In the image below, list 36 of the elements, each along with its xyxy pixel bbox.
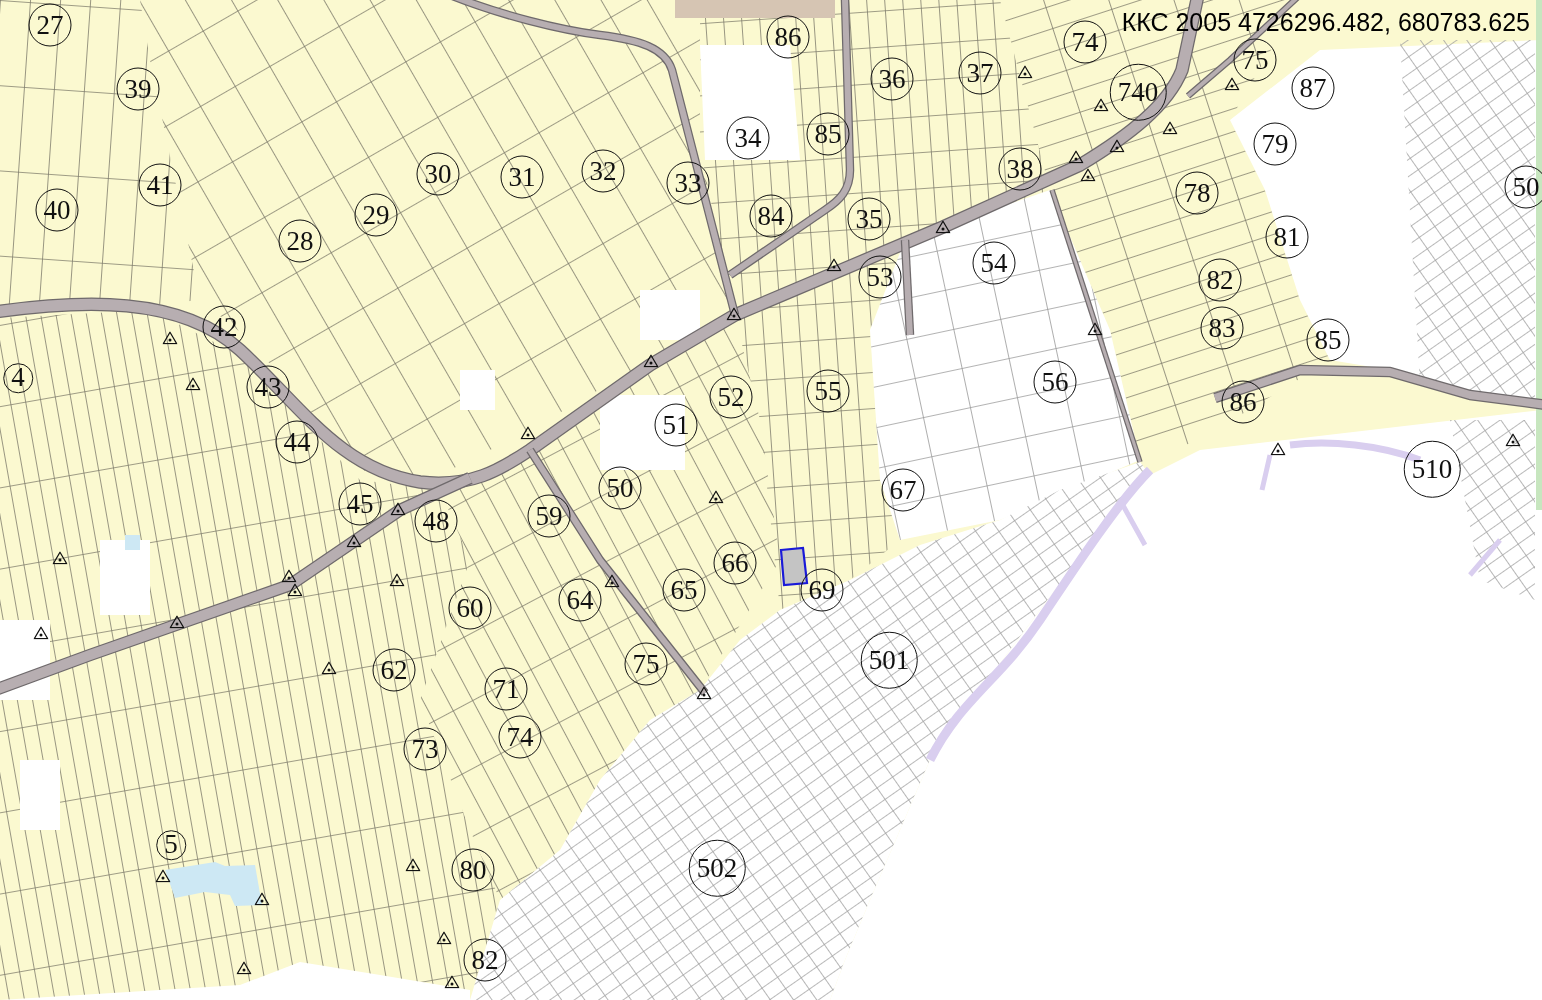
triangle-marker-icon xyxy=(726,307,742,321)
triangle-marker-icon xyxy=(169,615,185,629)
triangle-marker-icon xyxy=(185,377,201,391)
triangle-marker-icon xyxy=(1080,168,1096,182)
triangle-marker-icon xyxy=(520,426,536,440)
triangle-marker-icon xyxy=(405,858,421,872)
triangle-marker-icon xyxy=(390,502,406,516)
triangle-marker-icon xyxy=(826,258,842,272)
triangle-marker-icon xyxy=(1093,98,1109,112)
triangle-marker-icon xyxy=(281,569,297,583)
coordinate-readout: ККС 2005 4726296.482, 680783.625 xyxy=(1121,8,1530,37)
triangle-marker-icon xyxy=(389,573,405,587)
triangle-marker-icon xyxy=(1109,139,1125,153)
triangle-marker-icon xyxy=(935,220,951,234)
triangle-marker-icon xyxy=(52,551,68,565)
triangle-marker-icon xyxy=(1087,322,1103,336)
triangle-marker-icon xyxy=(155,869,171,883)
triangle-marker-icon xyxy=(1270,442,1286,456)
triangle-marker-icon xyxy=(346,534,362,548)
triangle-marker-icon xyxy=(1505,433,1521,447)
triangle-marker-icon xyxy=(696,686,712,700)
triangle-marker-icon xyxy=(162,331,178,345)
triangle-marker-icon xyxy=(1068,150,1084,164)
triangle-marker-icon xyxy=(444,975,460,989)
triangle-marker-icon xyxy=(604,574,620,588)
triangle-marker-icon xyxy=(436,931,452,945)
triangle-marker-icon xyxy=(643,354,659,368)
triangle-marker-icon xyxy=(1017,65,1033,79)
triangle-marker-icon xyxy=(1162,121,1178,135)
triangle-marker-icon xyxy=(254,892,270,906)
triangle-marker-icon xyxy=(287,583,303,597)
triangle-marker-icon xyxy=(708,490,724,504)
triangle-marker-icon xyxy=(236,961,252,975)
triangle-marker-icon xyxy=(33,626,49,640)
triangle-marker-icon xyxy=(321,661,337,675)
triangle-marker-icon xyxy=(1224,77,1240,91)
